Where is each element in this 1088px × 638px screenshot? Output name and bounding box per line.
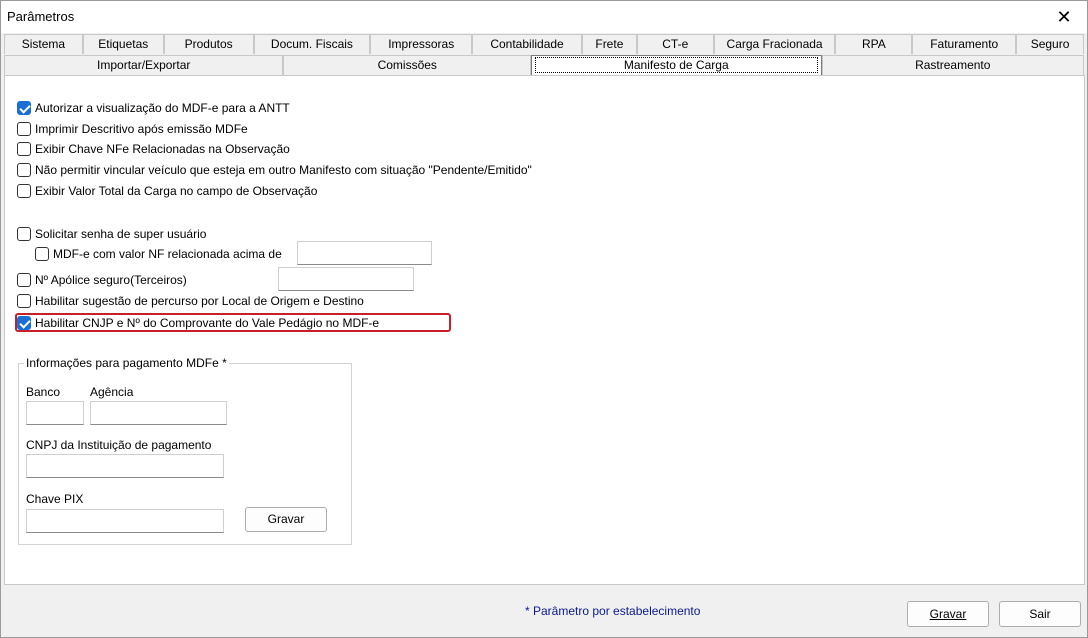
checkbox-checked-icon[interactable] bbox=[17, 316, 31, 330]
tab-cte[interactable]: CT-e bbox=[636, 34, 714, 54]
checkbox-icon[interactable] bbox=[17, 142, 31, 156]
close-button[interactable]: ✕ bbox=[1041, 1, 1087, 33]
window-title: Parâmetros bbox=[7, 9, 75, 24]
option-label: Habilitar sugestão de percurso por Local… bbox=[35, 294, 364, 308]
footer-note: * Parâmetro por estabelecimento bbox=[525, 604, 701, 618]
option-autorizar-antt[interactable]: Autorizar a visualização do MDF-e para a… bbox=[17, 99, 290, 117]
option-label: Exibir Valor Total da Carga no campo de … bbox=[35, 184, 318, 198]
payment-gravar-button[interactable]: Gravar bbox=[245, 507, 327, 532]
option-label: Habilitar CNJP e Nº do Comprovante do Va… bbox=[35, 316, 380, 330]
option-sugestao-percurso[interactable]: Habilitar sugestão de percurso por Local… bbox=[17, 292, 364, 310]
option-imprimir-descritivo[interactable]: Imprimir Descritivo após emissão MDFe bbox=[17, 120, 248, 138]
tab-contabilidade[interactable]: Contabilidade bbox=[472, 34, 582, 54]
option-exibir-chave-nfe[interactable]: Exibir Chave NFe Relacionadas na Observa… bbox=[17, 140, 290, 158]
parameters-window: Parâmetros ✕ Sistema Etiquetas Produtos … bbox=[0, 0, 1088, 638]
option-habilitar-cnpj-vale-pedagio[interactable]: Habilitar CNJP e Nº do Comprovante do Va… bbox=[17, 314, 379, 332]
tab-seguro[interactable]: Seguro bbox=[1016, 34, 1084, 54]
option-exibir-valor-total[interactable]: Exibir Valor Total da Carga no campo de … bbox=[17, 182, 317, 200]
option-label: Exibir Chave NFe Relacionadas na Observa… bbox=[35, 142, 290, 156]
option-solicitar-senha[interactable]: Solicitar senha de super usuário bbox=[17, 225, 206, 243]
cnpj-input[interactable] bbox=[26, 454, 224, 478]
cnpj-label: CNPJ da Instituição de pagamento bbox=[26, 438, 212, 452]
checkbox-icon[interactable] bbox=[17, 227, 31, 241]
footer-sair-button[interactable]: Sair bbox=[999, 601, 1081, 627]
pix-input[interactable] bbox=[26, 509, 224, 533]
tab-row-2: Importar/Exportar Comissões Manifesto de… bbox=[4, 55, 1085, 76]
footer-gravar-label: Gravar bbox=[929, 607, 967, 621]
checkbox-icon[interactable] bbox=[17, 273, 31, 287]
option-label: Solicitar senha de super usuário bbox=[35, 227, 207, 241]
option-label: Nº Apólice seguro(Terceiros) bbox=[35, 273, 187, 287]
tab-row-1: Sistema Etiquetas Produtos Docum. Fiscai… bbox=[4, 34, 1084, 54]
option-apolice-seguro[interactable]: Nº Apólice seguro(Terceiros) bbox=[17, 271, 187, 289]
tab-impressoras[interactable]: Impressoras bbox=[370, 34, 473, 54]
option-label: MDF-e com valor NF relacionada acima de bbox=[53, 247, 282, 261]
option-mdfe-valor-nf[interactable]: MDF-e com valor NF relacionada acima de bbox=[35, 245, 282, 263]
agencia-input[interactable] bbox=[90, 401, 227, 425]
tab-faturamento[interactable]: Faturamento bbox=[912, 34, 1017, 54]
close-icon: ✕ bbox=[1056, 7, 1072, 27]
title-bar: Parâmetros ✕ bbox=[1, 1, 1087, 33]
tab-carga-fracionada[interactable]: Carga Fracionada bbox=[713, 34, 836, 54]
option-label: Não permitir vincular veículo que esteja… bbox=[35, 163, 532, 177]
apolice-input[interactable] bbox=[278, 267, 414, 291]
checkbox-icon[interactable] bbox=[17, 294, 31, 308]
checkbox-icon[interactable] bbox=[17, 184, 31, 198]
footer-gravar-button[interactable]: Gravar bbox=[907, 601, 989, 627]
tab-importar-exportar[interactable]: Importar/Exportar bbox=[4, 55, 284, 75]
tab-manifesto-label: Manifesto de Carga bbox=[534, 57, 818, 73]
checkbox-icon[interactable] bbox=[17, 122, 31, 136]
banco-input[interactable] bbox=[26, 401, 84, 425]
tab-comissoes[interactable]: Comissões bbox=[283, 55, 532, 75]
payment-group-title: Informações para pagamento MDFe * bbox=[24, 356, 229, 370]
option-label: Autorizar a visualização do MDF-e para a… bbox=[35, 101, 290, 115]
tab-manifesto-de-carga[interactable]: Manifesto de Carga bbox=[531, 55, 822, 76]
tab-rpa[interactable]: RPA bbox=[835, 34, 913, 54]
checkbox-icon[interactable] bbox=[17, 163, 31, 177]
agencia-label: Agência bbox=[90, 385, 134, 399]
banco-label: Banco bbox=[26, 385, 61, 399]
tab-sistema[interactable]: Sistema bbox=[4, 34, 83, 54]
tab-docum-fiscais[interactable]: Docum. Fiscais bbox=[253, 34, 371, 54]
checkbox-icon[interactable] bbox=[35, 247, 49, 261]
footer-sair-label: Sair bbox=[1029, 607, 1051, 621]
pix-label: Chave PIX bbox=[26, 492, 84, 506]
tab-produtos[interactable]: Produtos bbox=[163, 34, 254, 54]
checkbox-checked-icon[interactable] bbox=[17, 101, 31, 115]
valor-nf-input[interactable] bbox=[297, 241, 432, 265]
tab-rastreamento[interactable]: Rastreamento bbox=[821, 55, 1085, 75]
tab-frete[interactable]: Frete bbox=[581, 34, 637, 54]
option-nao-permitir-vincular[interactable]: Não permitir vincular veículo que esteja… bbox=[17, 161, 532, 179]
tab-etiquetas[interactable]: Etiquetas bbox=[82, 34, 164, 54]
option-label: Imprimir Descritivo após emissão MDFe bbox=[35, 122, 248, 136]
